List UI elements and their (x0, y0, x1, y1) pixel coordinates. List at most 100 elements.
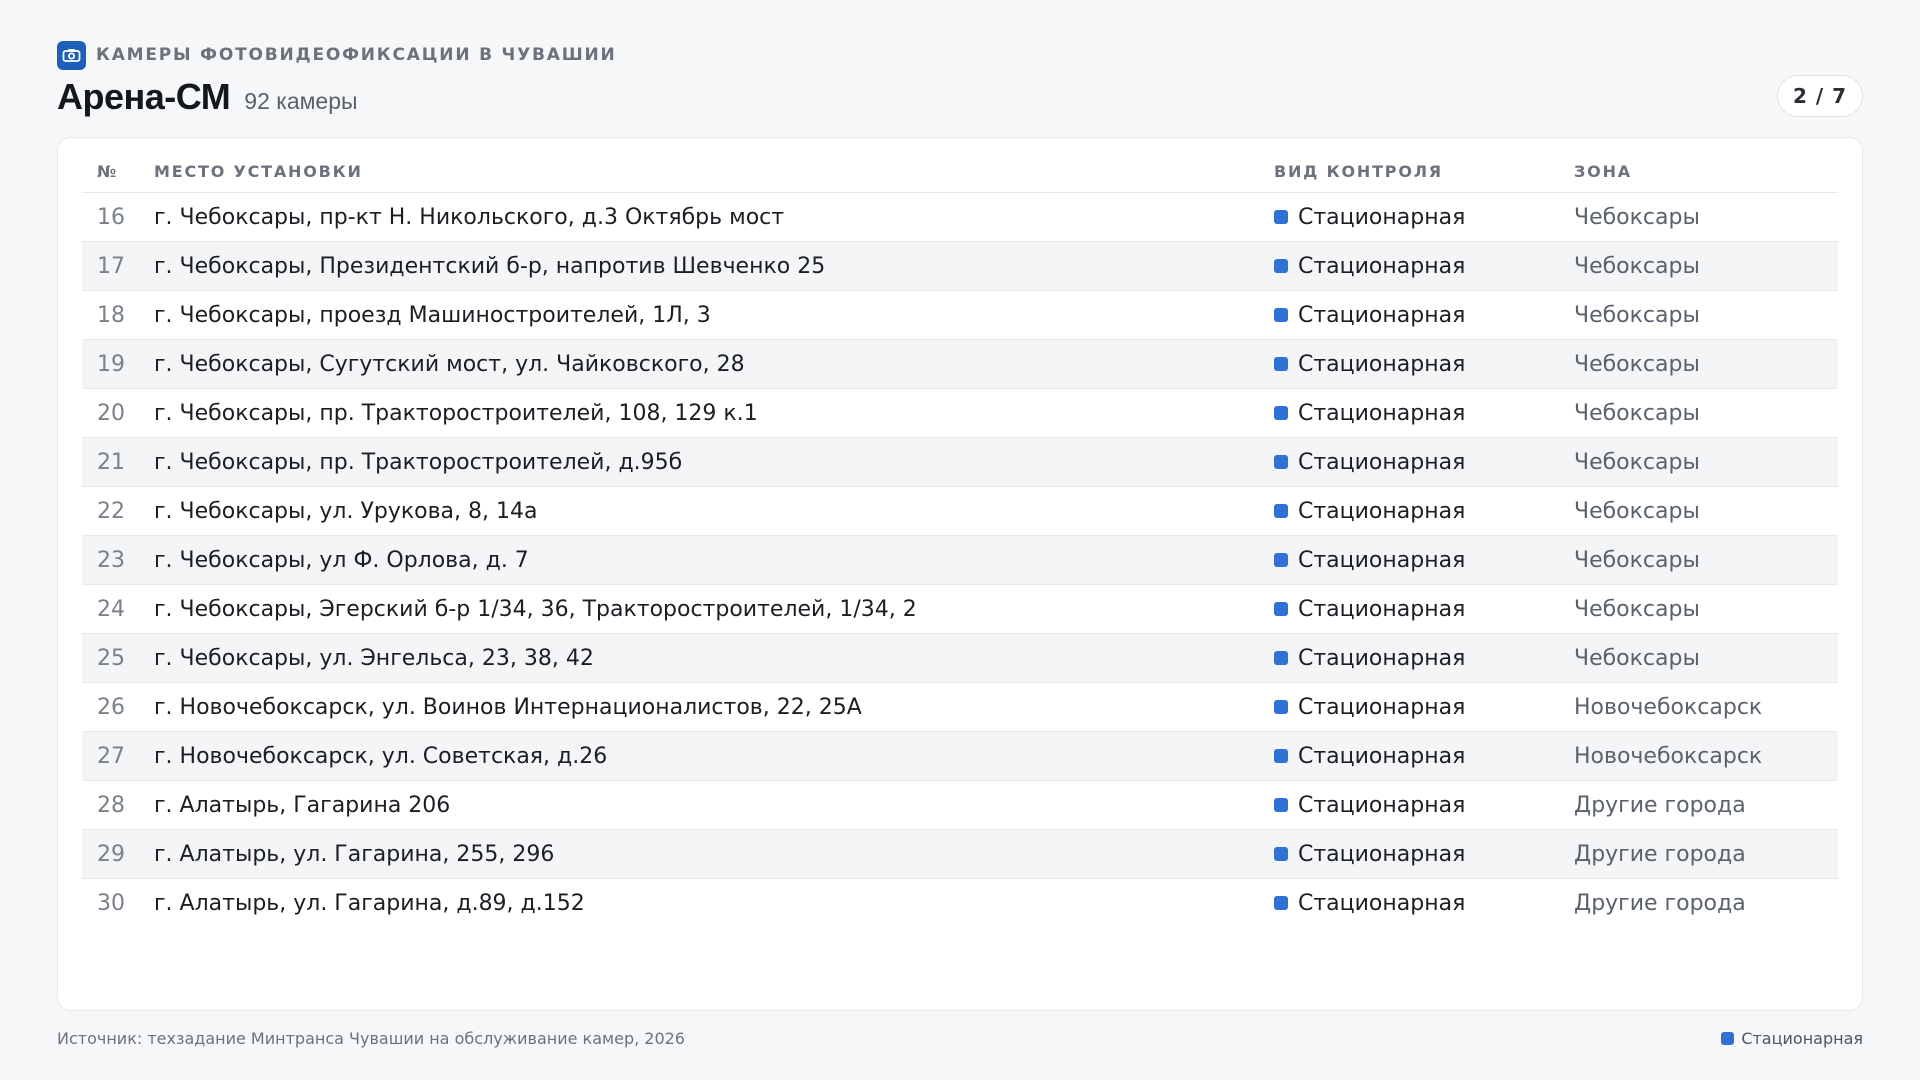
row-zone: Новочебоксарск (1559, 682, 1838, 732)
row-place: г. Алатырь, Гагарина 206 (139, 780, 1259, 830)
row-place: г. Чебоксары, пр-кт Н. Никольского, д.3 … (139, 192, 1259, 242)
type-swatch (1274, 455, 1288, 469)
table-row[interactable]: 18 г. Чебоксары, проезд Машиностроителей,… (82, 290, 1838, 340)
table-row[interactable]: 23 г. Чебоксары, ул Ф. Орлова, д. 7 Стацио… (82, 535, 1838, 585)
row-type: Стационарная (1298, 694, 1466, 720)
row-place: г. Новочебоксарск, ул. Советская, д.26 (139, 731, 1259, 781)
row-number: 27 (82, 731, 139, 781)
row-zone: Чебоксары (1559, 535, 1838, 585)
row-number: 16 (82, 192, 139, 242)
table-row[interactable]: 22 г. Чебоксары, ул. Урукова, 8, 14а Стаци… (82, 486, 1838, 536)
type-badge: Стационарная (1274, 303, 1559, 328)
row-type: Стационарная (1298, 890, 1466, 916)
legend-label: Стационарная (1741, 1028, 1863, 1048)
row-number: 24 (82, 584, 139, 634)
camera-count: 92 камеры (244, 88, 358, 114)
row-type-cell: Стационарная (1259, 535, 1559, 585)
page-title: Арена-СМ (57, 76, 231, 117)
row-type-cell: Стационарная (1259, 486, 1559, 536)
type-swatch (1274, 406, 1288, 420)
table-row[interactable]: 17 г. Чебоксары, Президентский б-р, напро… (82, 241, 1838, 291)
row-place: г. Чебоксары, пр. Тракторостроителей, д.… (139, 437, 1259, 487)
page-indicator[interactable]: 2 / 7 (1777, 75, 1863, 117)
row-place: г. Новочебоксарск, ул. Воинов Интернацио… (139, 682, 1259, 732)
column-header-type: ВИД КОНТРОЛЯ (1259, 150, 1559, 193)
row-number: 20 (82, 388, 139, 438)
type-swatch (1274, 308, 1288, 322)
row-number: 28 (82, 780, 139, 830)
type-badge: Стационарная (1274, 401, 1559, 426)
table-row[interactable]: 21 г. Чебоксары, пр. Тракторостроителей, … (82, 437, 1838, 487)
row-type: Стационарная (1298, 400, 1466, 426)
row-number: 30 (97, 890, 125, 916)
row-type: Стационарная (1298, 498, 1466, 524)
cameras-table-card: № МЕСТО УСТАНОВКИ ВИД КОНТРОЛЯ ЗОНА 16 г.… (57, 137, 1863, 1011)
row-place: г. Чебоксары, Сугутский мост, ул. Чайков… (139, 339, 1259, 389)
type-badge: Стационарная (1274, 891, 1559, 916)
type-badge: Стационарная (1274, 842, 1559, 867)
type-badge: Стационарная (1274, 499, 1559, 524)
table-row[interactable]: 26 г. Новочебоксарск, ул. Воинов Интернац… (82, 682, 1838, 732)
type-badge: Стационарная (1274, 548, 1559, 573)
row-zone: Чебоксары (1559, 584, 1838, 634)
row-zone: Чебоксары (1559, 437, 1838, 487)
row-place: г. Алатырь, ул. Гагарина, 255, 296 (139, 829, 1259, 879)
row-place: г. Чебоксары, Эгерский б-р 1/34, 36, Тра… (139, 584, 1259, 634)
row-type: Стационарная (1298, 204, 1466, 230)
page: КАМЕРЫ ФОТОВИДЕОФИКСАЦИИ В ЧУВАШИИ Арена… (0, 0, 1920, 1080)
row-zone: Другие города (1574, 890, 1746, 916)
row-type: Стационарная (1298, 547, 1466, 573)
type-swatch (1274, 602, 1288, 616)
table-header-row: № МЕСТО УСТАНОВКИ ВИД КОНТРОЛЯ ЗОНА (82, 150, 1838, 193)
table-row[interactable]: 29 г. Алатырь, ул. Гагарина, 255, 296 Стац… (82, 829, 1838, 879)
table-row[interactable]: 28 г. Алатырь, Гагарина 206 Стационарная Др… (82, 780, 1838, 830)
table-row[interactable]: 30 г. Алатырь, ул. Гагарина, д.89, д.152 С… (82, 879, 1838, 928)
row-type-cell: Стационарная (1259, 241, 1559, 291)
row-zone: Другие города (1559, 829, 1838, 879)
row-type: Стационарная (1298, 596, 1466, 622)
type-swatch (1274, 896, 1288, 910)
type-swatch (1274, 504, 1288, 518)
table-row[interactable]: 16 г. Чебоксары, пр-кт Н. Никольского, д.… (82, 192, 1838, 242)
row-type-cell: Стационарная (1259, 388, 1559, 438)
row-zone: Чебоксары (1559, 388, 1838, 438)
row-zone: Чебоксары (1559, 486, 1838, 536)
row-type: Стационарная (1298, 792, 1466, 818)
row-type-cell: Стационарная (1259, 290, 1559, 340)
legend-swatch (1721, 1031, 1735, 1045)
column-header-zone: ЗОНА (1559, 150, 1838, 193)
table-body: 16 г. Чебоксары, пр-кт Н. Никольского, д.… (82, 192, 1838, 928)
row-type: Стационарная (1298, 743, 1466, 769)
row-type: Стационарная (1298, 841, 1466, 867)
row-place: г. Чебоксары, проезд Машиностроителей, 1… (139, 290, 1259, 340)
table-row[interactable]: 27 г. Новочебоксарск, ул. Советская, д.26… (82, 731, 1838, 781)
row-zone: Чебоксары (1559, 192, 1838, 242)
row-number: 18 (82, 290, 139, 340)
row-place: г. Чебоксары, ул. Урукова, 8, 14а (139, 486, 1259, 536)
row-type-cell: Стационарная (1259, 339, 1559, 389)
row-place: г. Чебоксары, ул. Энгельса, 23, 38, 42 (139, 633, 1259, 683)
legend: Стационарная (1721, 1029, 1863, 1048)
column-header-number: № (82, 150, 139, 193)
row-type-cell: Стационарная (1259, 437, 1559, 487)
row-number: 17 (82, 241, 139, 291)
row-zone: Новочебоксарск (1559, 731, 1838, 781)
type-badge: Стационарная (1274, 205, 1559, 230)
column-header-place: МЕСТО УСТАНОВКИ (139, 150, 1259, 193)
row-type-cell: Стационарная (1259, 192, 1559, 242)
source-note: Источник: техзадание Минтранса Чувашии н… (57, 1028, 685, 1048)
type-swatch (1274, 749, 1288, 763)
row-type-cell: Стационарная (1259, 633, 1559, 683)
table-row[interactable]: 24 г. Чебоксары, Эгерский б-р 1/34, 36, Т… (82, 584, 1838, 634)
table-row[interactable]: 25 г. Чебоксары, ул. Энгельса, 23, 38, 42… (82, 633, 1838, 683)
row-type: Стационарная (1298, 645, 1466, 671)
table-row[interactable]: 19 г. Чебоксары, Сугутский мост, ул. Чайк… (82, 339, 1838, 389)
camera-icon (57, 40, 86, 70)
row-zone: Чебоксары (1559, 241, 1838, 291)
row-zone: Чебоксары (1559, 290, 1838, 340)
row-type: Стационарная (1298, 253, 1466, 279)
row-number: 22 (82, 486, 139, 536)
kicker-label: КАМЕРЫ ФОТОВИДЕОФИКСАЦИИ В ЧУВАШИИ (96, 45, 617, 65)
type-swatch (1274, 798, 1288, 812)
table-row[interactable]: 20 г. Чебоксары, пр. Тракторостроителей, … (82, 388, 1838, 438)
